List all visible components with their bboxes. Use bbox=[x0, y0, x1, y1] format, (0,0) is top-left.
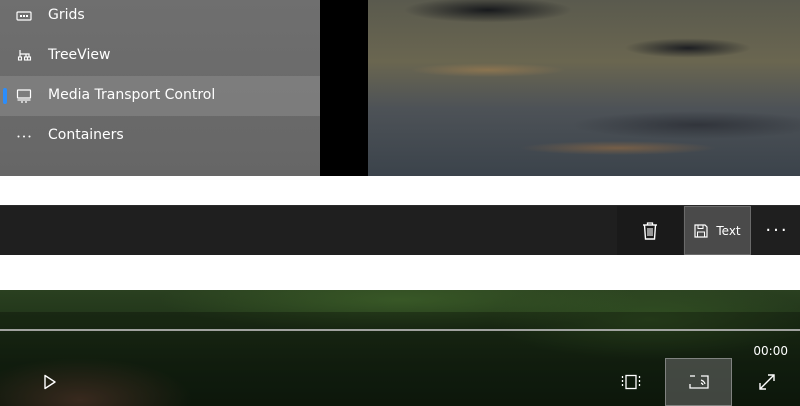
media-transport-icon bbox=[16, 88, 32, 104]
play-button[interactable] bbox=[26, 358, 74, 406]
more-button[interactable]: ··· bbox=[754, 206, 800, 255]
cast-button[interactable] bbox=[665, 358, 732, 406]
delete-button[interactable] bbox=[617, 206, 683, 255]
cast-icon bbox=[688, 374, 709, 390]
progress-slider[interactable] bbox=[0, 329, 800, 331]
navigation-pane: Grids TreeView Media Transport Control C… bbox=[0, 0, 320, 176]
command-bar: Text ··· bbox=[0, 205, 800, 255]
sky-image bbox=[368, 0, 800, 176]
time-remaining: 00:00 bbox=[753, 344, 788, 358]
fullscreen-icon bbox=[758, 373, 776, 391]
nav-item-media-transport-control[interactable]: Media Transport Control bbox=[0, 76, 320, 116]
more-horizontal-icon bbox=[16, 128, 32, 144]
aspect-ratio-icon bbox=[621, 374, 641, 390]
nav-item-label: Media Transport Control bbox=[48, 87, 216, 103]
fullscreen-button[interactable] bbox=[735, 358, 799, 406]
save-icon bbox=[694, 223, 708, 238]
nav-item-grids[interactable]: Grids bbox=[0, 0, 320, 36]
save-button-label: Text bbox=[716, 223, 741, 238]
nav-item-label: TreeView bbox=[48, 47, 111, 63]
top-region: Grids TreeView Media Transport Control C… bbox=[0, 0, 800, 176]
nav-item-label: Containers bbox=[48, 127, 124, 143]
nav-item-label: Grids bbox=[48, 7, 85, 23]
media-player: 00:00 bbox=[0, 290, 800, 406]
selection-indicator bbox=[3, 88, 7, 104]
treeview-icon bbox=[16, 48, 32, 64]
aspect-ratio-button[interactable] bbox=[598, 358, 664, 406]
nav-item-containers[interactable]: Containers bbox=[0, 116, 320, 156]
grid-icon bbox=[16, 8, 32, 24]
nav-item-treeview[interactable]: TreeView bbox=[0, 36, 320, 76]
trash-icon bbox=[641, 221, 659, 241]
save-button[interactable]: Text bbox=[684, 206, 751, 255]
play-icon bbox=[43, 374, 57, 390]
